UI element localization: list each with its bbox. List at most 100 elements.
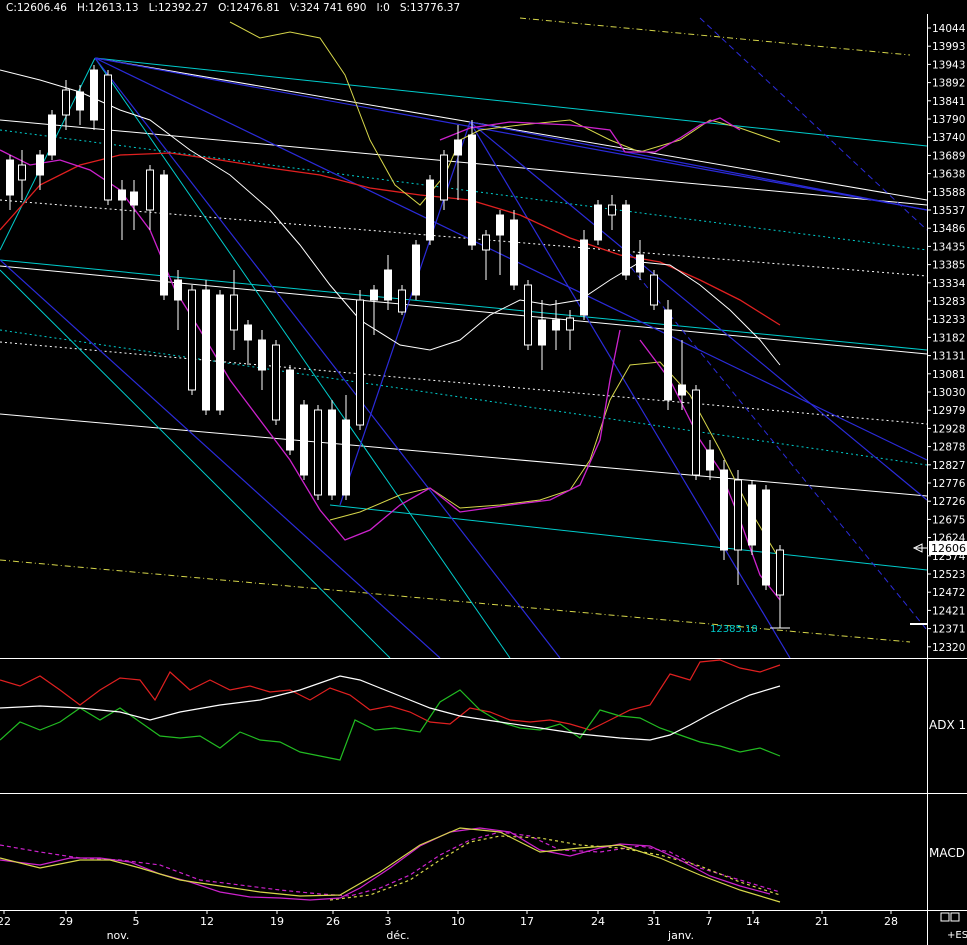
- price-tick-label: 12421: [932, 605, 965, 617]
- candle-body[interactable]: [721, 470, 728, 550]
- price-tick-label: 13233: [932, 314, 965, 326]
- date-tick-label: 28: [884, 915, 898, 928]
- candle-body[interactable]: [19, 165, 26, 180]
- candle-body[interactable]: [217, 295, 224, 410]
- candle-body[interactable]: [37, 155, 44, 175]
- date-tick-label: 26: [326, 915, 340, 928]
- price-tick-label: 13638: [932, 169, 965, 181]
- candle-body[interactable]: [427, 180, 434, 240]
- price-tick-label: 13790: [932, 114, 965, 126]
- macd-histogram-line: [0, 828, 780, 902]
- date-tick-label: 21: [815, 915, 829, 928]
- candle-body[interactable]: [637, 255, 644, 272]
- candle-body[interactable]: [161, 175, 168, 295]
- candle-body[interactable]: [441, 155, 448, 200]
- square-icon[interactable]: [951, 913, 959, 921]
- cyan-trend-line: [330, 505, 927, 570]
- candle-body[interactable]: [329, 410, 336, 495]
- candle-body[interactable]: [777, 550, 784, 595]
- candle-body[interactable]: [693, 390, 700, 475]
- candle-body[interactable]: [469, 135, 476, 245]
- candle-body[interactable]: [273, 345, 280, 420]
- candle-body[interactable]: [131, 192, 138, 205]
- candle-body[interactable]: [119, 190, 126, 200]
- price-tick-label: 13993: [932, 41, 965, 53]
- date-tick-label: 24: [591, 915, 605, 928]
- square-icon[interactable]: [941, 913, 949, 921]
- candle-body[interactable]: [203, 290, 210, 410]
- adx-di-minus: [0, 690, 780, 760]
- candle-body[interactable]: [357, 300, 364, 425]
- candle-body[interactable]: [385, 270, 392, 300]
- candle-body[interactable]: [189, 290, 196, 390]
- candle-body[interactable]: [7, 160, 14, 195]
- bollinger-upper: [230, 22, 780, 205]
- candle-body[interactable]: [343, 420, 350, 495]
- candle-body[interactable]: [147, 170, 154, 210]
- candle-body[interactable]: [553, 320, 560, 330]
- date-tick-label: 14: [746, 915, 760, 928]
- candle-body[interactable]: [63, 90, 70, 115]
- price-tick-label: 12928: [932, 423, 965, 435]
- candle-body[interactable]: [245, 325, 252, 340]
- month-label: nov.: [107, 929, 130, 942]
- candle-body[interactable]: [259, 340, 266, 370]
- price-tick-label: 13841: [932, 96, 965, 108]
- candle-body[interactable]: [623, 205, 630, 275]
- price-tick-label: 13334: [932, 278, 966, 290]
- candle-body[interactable]: [315, 410, 322, 495]
- macd-panel[interactable]: [0, 828, 780, 902]
- price-tick-label: 14044: [932, 23, 966, 35]
- date-tick-label: 3: [385, 915, 392, 928]
- candlesticks[interactable]: [7, 65, 784, 628]
- candle-body[interactable]: [287, 370, 294, 450]
- candle-body[interactable]: [707, 450, 714, 470]
- candle-body[interactable]: [105, 75, 112, 200]
- candle-body[interactable]: [301, 405, 308, 475]
- adx-panel[interactable]: ADX 1: [0, 660, 966, 760]
- candle-body[interactable]: [413, 245, 420, 295]
- candle-body[interactable]: [651, 275, 658, 305]
- candle-body[interactable]: [595, 205, 602, 240]
- candle-body[interactable]: [455, 140, 462, 155]
- candle-body[interactable]: [567, 318, 574, 330]
- candle-body[interactable]: [77, 92, 84, 110]
- candle-body[interactable]: [525, 285, 532, 345]
- candle-body[interactable]: [581, 240, 588, 315]
- candle-body[interactable]: [665, 310, 672, 400]
- candle-body[interactable]: [679, 385, 686, 395]
- candle-body[interactable]: [735, 480, 742, 550]
- candle-body[interactable]: [371, 290, 378, 300]
- price-panel[interactable]: 12385.18: [0, 18, 927, 658]
- price-tick-label: 13385: [932, 260, 965, 272]
- candle-body[interactable]: [91, 70, 98, 120]
- candle-body[interactable]: [231, 295, 238, 330]
- trend-line-dotted: [0, 130, 927, 250]
- candle-body[interactable]: [399, 290, 406, 312]
- price-tick-label: 12675: [932, 514, 965, 526]
- candle-body[interactable]: [49, 115, 56, 155]
- candle-body[interactable]: [175, 280, 182, 300]
- candle-body[interactable]: [497, 215, 504, 235]
- price-tick-label: 13537: [932, 205, 965, 217]
- price-tick-label: 13030: [932, 387, 965, 399]
- date-tick-label: 7: [706, 915, 713, 928]
- price-tick-label: 12320: [932, 642, 965, 654]
- price-axis: 1404413993139431389213841137901374013689…: [927, 23, 966, 654]
- candle-body[interactable]: [763, 490, 770, 585]
- blue-trend-line: [470, 122, 790, 658]
- trend-line-dotted: [0, 342, 927, 424]
- candle-body[interactable]: [483, 235, 490, 250]
- candle-body[interactable]: [609, 205, 616, 215]
- candle-body[interactable]: [511, 220, 518, 285]
- candle-body[interactable]: [539, 320, 546, 345]
- price-tick-label: 12827: [932, 460, 965, 472]
- date-axis: 222951219263101724317142128nov.déc.janv.: [0, 910, 898, 942]
- stock-chart[interactable]: 12385.18 1404413993139431389213841137901…: [0, 0, 967, 945]
- corner-widget[interactable]: +ES: [941, 913, 967, 941]
- low-price-label: 12385.18: [710, 624, 758, 635]
- cyan-trend-line: [0, 58, 95, 250]
- price-tick-label: 13943: [932, 59, 965, 71]
- candle-body[interactable]: [749, 485, 756, 545]
- price-tick-label: 12726: [932, 496, 966, 508]
